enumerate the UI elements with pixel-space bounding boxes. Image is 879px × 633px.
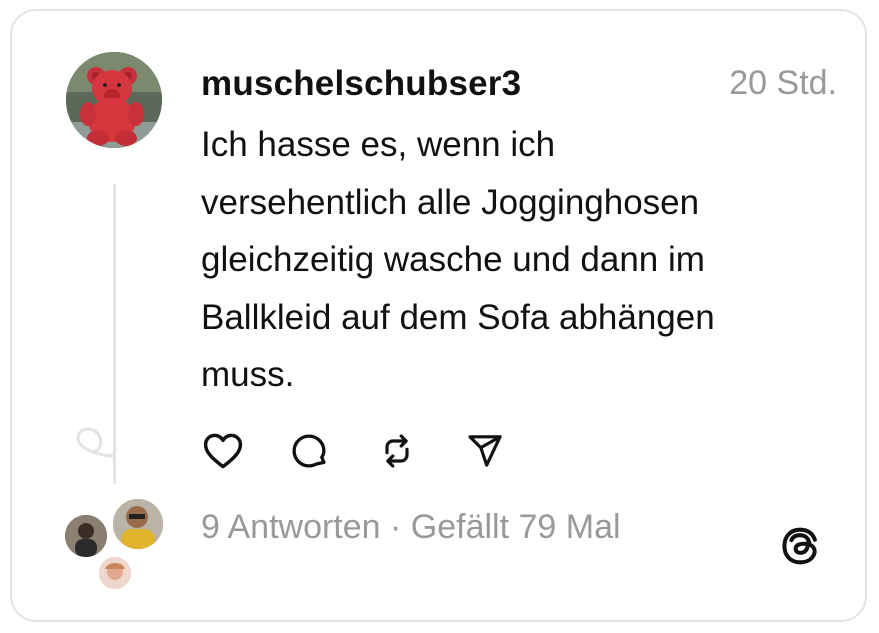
reply-avatar-image xyxy=(99,557,131,589)
reply-avatar xyxy=(96,554,134,592)
post-text-line: Ballkleid auf dem Sofa abhängen xyxy=(201,297,715,337)
reply-avatar-image xyxy=(65,515,107,557)
reply-avatar xyxy=(110,496,166,552)
paper-plane-icon xyxy=(468,435,502,467)
reply-avatar xyxy=(62,512,110,560)
thread-curl-icon xyxy=(76,427,116,458)
post-stats: 9 Antworten · Gefällt 79 Mal xyxy=(201,508,621,547)
reply-button[interactable] xyxy=(286,428,332,474)
threads-logo-glyph xyxy=(782,527,817,565)
teddy-bear-avatar-image xyxy=(66,52,162,148)
avatar[interactable] xyxy=(66,52,162,148)
repost-icon xyxy=(385,434,409,468)
post-text-line: versehentlich alle Jogginghosen xyxy=(201,182,700,222)
separator: · xyxy=(390,508,402,546)
post-timestamp: 20 Std. xyxy=(729,64,837,102)
post-text-line: gleichzeitig wasche und dann im xyxy=(201,240,705,279)
replies-count-link[interactable]: 9 Antworten xyxy=(201,508,381,546)
post-text: Ich hasse es, wenn ich versehentlich all… xyxy=(201,116,841,404)
share-button[interactable] xyxy=(462,428,508,474)
heart-icon xyxy=(203,433,243,469)
threads-logo-icon[interactable] xyxy=(778,524,822,568)
reply-avatar-image xyxy=(113,499,163,549)
likes-count-link[interactable]: Gefällt 79 Mal xyxy=(411,508,621,546)
post-text-line: muss. xyxy=(201,355,295,394)
post-text-line: Ich hasse es, wenn ich xyxy=(201,125,556,164)
like-button[interactable] xyxy=(200,428,246,474)
speech-bubble-icon xyxy=(292,434,326,468)
username[interactable]: muschelschubser3 xyxy=(201,64,521,104)
reply-avatars[interactable] xyxy=(62,496,172,596)
repost-button[interactable] xyxy=(374,428,420,474)
